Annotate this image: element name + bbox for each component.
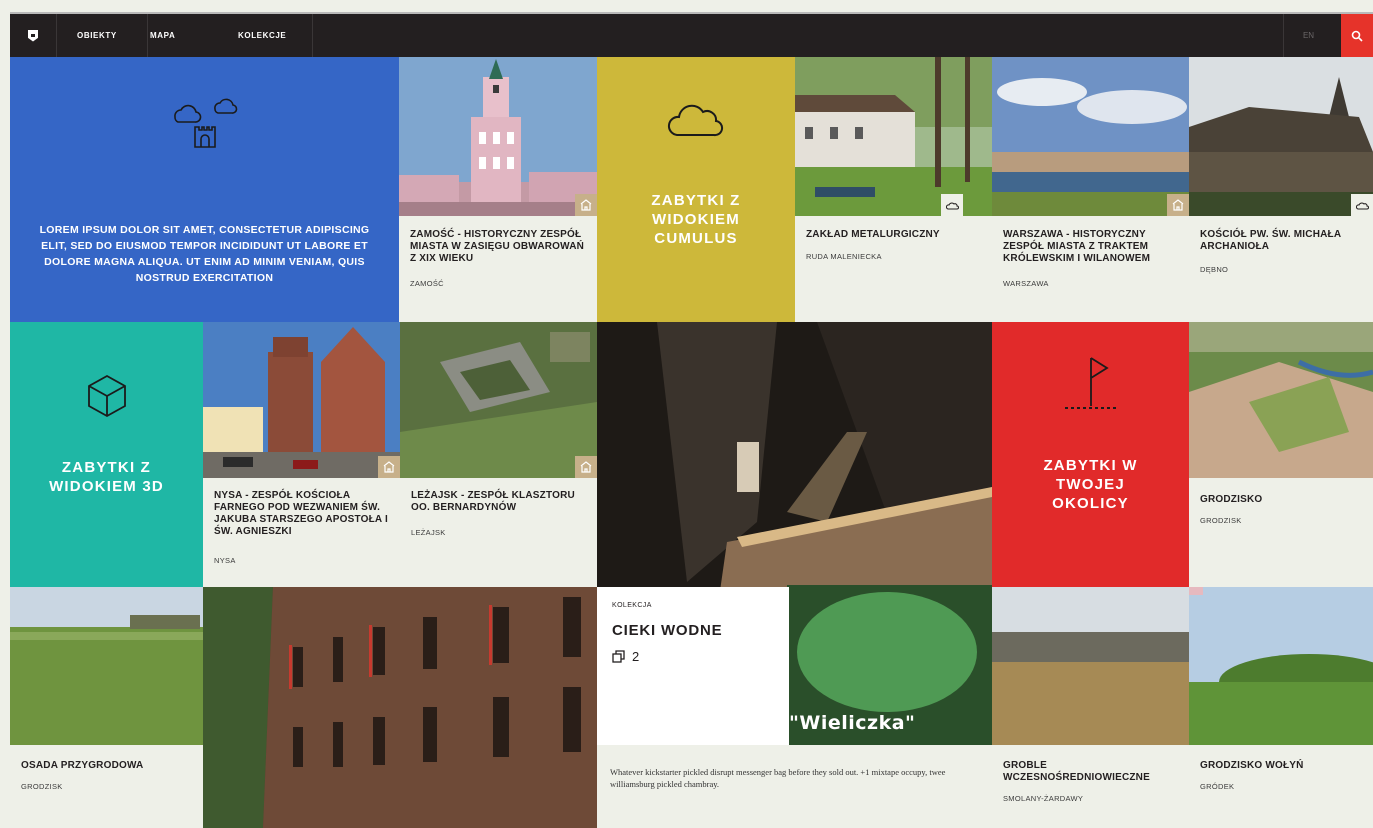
card-location: RUDA MALENIECKA bbox=[806, 252, 882, 261]
feature-3d-tile[interactable]: ZABYTKI Z WIDOKIEM 3D bbox=[10, 322, 203, 587]
collection-count-value: 2 bbox=[632, 649, 640, 664]
nav-item-obiekty[interactable]: OBIEKTY bbox=[77, 14, 117, 57]
metallurgical-plant-image bbox=[795, 57, 992, 216]
collection-description: Whatever kickstarter pickled disrupt mes… bbox=[610, 767, 946, 789]
feature-title: ZABYTKI Z WIDOKIEM 3D bbox=[49, 459, 164, 495]
nav-divider bbox=[312, 14, 313, 57]
monument-icon bbox=[1167, 194, 1189, 216]
groble-landscape-image bbox=[992, 587, 1189, 745]
card-location: NYSA bbox=[214, 556, 236, 565]
cube-icon bbox=[87, 374, 126, 418]
nysa-church-image bbox=[203, 322, 400, 478]
card-location: WARSZAWA bbox=[1003, 279, 1049, 288]
card-title: LEŻAJSK - ZESPÓŁ KLASZTORU OO. BERNARDYN… bbox=[411, 490, 575, 513]
card-title: GROBLE WCZESNOŚREDNIOWIECZNE bbox=[1003, 760, 1150, 783]
monument-icon bbox=[575, 194, 597, 216]
wieliczka-caption: "Wieliczka" bbox=[789, 712, 916, 734]
shield-logo-icon bbox=[28, 29, 38, 42]
card-location: GRODZISK bbox=[21, 782, 63, 791]
card-title: ZAKŁAD METALURGICZNY bbox=[806, 229, 940, 240]
card-title: GRODZISKO WOŁYŃ bbox=[1200, 760, 1304, 771]
card-osada-przygrodowa[interactable]: OSADA PRZYGRODOWA GRODZISK bbox=[10, 587, 203, 828]
nav-divider bbox=[147, 14, 148, 57]
card-warszawa[interactable]: WARSZAWA - HISTORYCZNY ZESPÓŁ MIASTA Z T… bbox=[992, 57, 1189, 322]
nav-item-mapa[interactable]: MAPA bbox=[150, 14, 175, 57]
card-location: GRÓDEK bbox=[1200, 782, 1235, 791]
lezajsk-monastery-aerial-image bbox=[400, 322, 597, 478]
card-title: WARSZAWA - HISTORYCZNY ZESPÓŁ MIASTA Z T… bbox=[1003, 229, 1151, 264]
card-location: DĘBNO bbox=[1200, 265, 1229, 274]
brick-building-image bbox=[203, 587, 597, 828]
zamosc-town-hall-image bbox=[399, 57, 597, 216]
gallery-stack-icon bbox=[612, 649, 625, 663]
card-title: GRODZISKO bbox=[1200, 494, 1263, 505]
collection-info-card[interactable]: KOLEKCJA CIEKI WODNE 2 bbox=[597, 587, 789, 745]
feature-cumulus-tile[interactable]: ZABYTKI Z WIDOKIEM CUMULUS bbox=[597, 57, 795, 322]
card-zamosc[interactable]: ZAMOŚĆ - HISTORYCZNY ZESPÓŁ MIASTA W ZAS… bbox=[399, 57, 597, 322]
feature-title: ZABYTKI W TWOJEJ OKOLICY bbox=[1043, 457, 1138, 512]
card-title: ZAMOŚĆ - HISTORYCZNY ZESPÓŁ MIASTA W ZAS… bbox=[410, 229, 585, 264]
intro-text: LOREM IPSUM DOLOR SIT AMET, CONSECTETUR … bbox=[39, 224, 370, 284]
search-icon bbox=[1351, 30, 1363, 42]
search-button[interactable] bbox=[1341, 14, 1373, 57]
logo[interactable] bbox=[10, 14, 57, 57]
language-switch[interactable]: EN bbox=[1283, 14, 1333, 57]
card-title: NYSA - ZESPÓŁ KOŚCIOŁA FARNEGO POD WEZWA… bbox=[214, 490, 388, 537]
card-zaklad-metalurgiczny[interactable]: ZAKŁAD METALURGICZNY RUDA MALENIECKA bbox=[795, 57, 992, 322]
wooden-church-image bbox=[1189, 57, 1373, 216]
intro-tile: LOREM IPSUM DOLOR SIT AMET, CONSECTETUR … bbox=[10, 57, 399, 322]
card-grodzisko[interactable]: GRODZISKO GRODZISK bbox=[1189, 322, 1373, 587]
collection-count: 2 bbox=[612, 649, 639, 664]
card-location: LEŻAJSK bbox=[411, 528, 446, 537]
collection-title: CIEKI WODNE bbox=[612, 622, 723, 639]
card-location: ZAMOŚĆ bbox=[410, 279, 444, 288]
monument-icon bbox=[575, 456, 597, 478]
collection-description-area: Whatever kickstarter pickled disrupt mes… bbox=[597, 745, 992, 828]
collection-label: KOLEKCJA bbox=[612, 602, 652, 609]
monument-icon bbox=[378, 456, 400, 478]
card-nysa[interactable]: NYSA - ZESPÓŁ KOŚCIOŁA FARNEGO POD WEZWA… bbox=[203, 322, 400, 587]
card-kosciol-debno[interactable]: KOŚCIÓŁ PW. ŚW. MICHAŁA ARCHANIOŁA DĘBNO bbox=[1189, 57, 1373, 322]
grodzisko-aerial-image bbox=[1189, 322, 1373, 478]
warsaw-panorama-image bbox=[992, 57, 1189, 216]
card-location: GRODZISK bbox=[1200, 516, 1242, 525]
castle-with-clouds-icon bbox=[173, 98, 237, 148]
cloud-icon bbox=[1351, 194, 1373, 216]
card-grodzisko-wolyn[interactable]: GRODZISKO WOŁYŃ GRÓDEK bbox=[1189, 587, 1373, 828]
card-title: KOŚCIÓŁ PW. ŚW. MICHAŁA ARCHANIOŁA bbox=[1200, 229, 1341, 252]
card-groble[interactable]: GROBLE WCZESNOŚREDNIOWIECZNE SMOLANY-ŻAR… bbox=[992, 587, 1189, 828]
card-title: OSADA PRZYGRODOWA bbox=[21, 760, 144, 771]
feature-title: ZABYTKI Z WIDOKIEM CUMULUS bbox=[651, 192, 741, 247]
card-lezajsk[interactable]: LEŻAJSK - ZESPÓŁ KLASZTORU OO. BERNARDYN… bbox=[400, 322, 597, 587]
cloud-icon bbox=[941, 194, 963, 216]
flag-icon bbox=[1064, 357, 1117, 409]
card-location: SMOLANY-ŻARDAWY bbox=[1003, 794, 1084, 803]
top-navigation-bar: OBIEKTY MAPA KOLEKCJE EN bbox=[10, 12, 1373, 57]
cloud-icon bbox=[668, 104, 724, 137]
nav-item-kolekcje[interactable]: KOLEKCJE bbox=[238, 14, 286, 57]
brick-building-image-tile[interactable] bbox=[203, 587, 597, 828]
feature-nearby-tile[interactable]: ZABYTKI W TWOJEJ OKOLICY bbox=[992, 322, 1189, 587]
osada-field-image bbox=[10, 587, 203, 745]
grodzisko-wolyn-image bbox=[1189, 587, 1373, 745]
